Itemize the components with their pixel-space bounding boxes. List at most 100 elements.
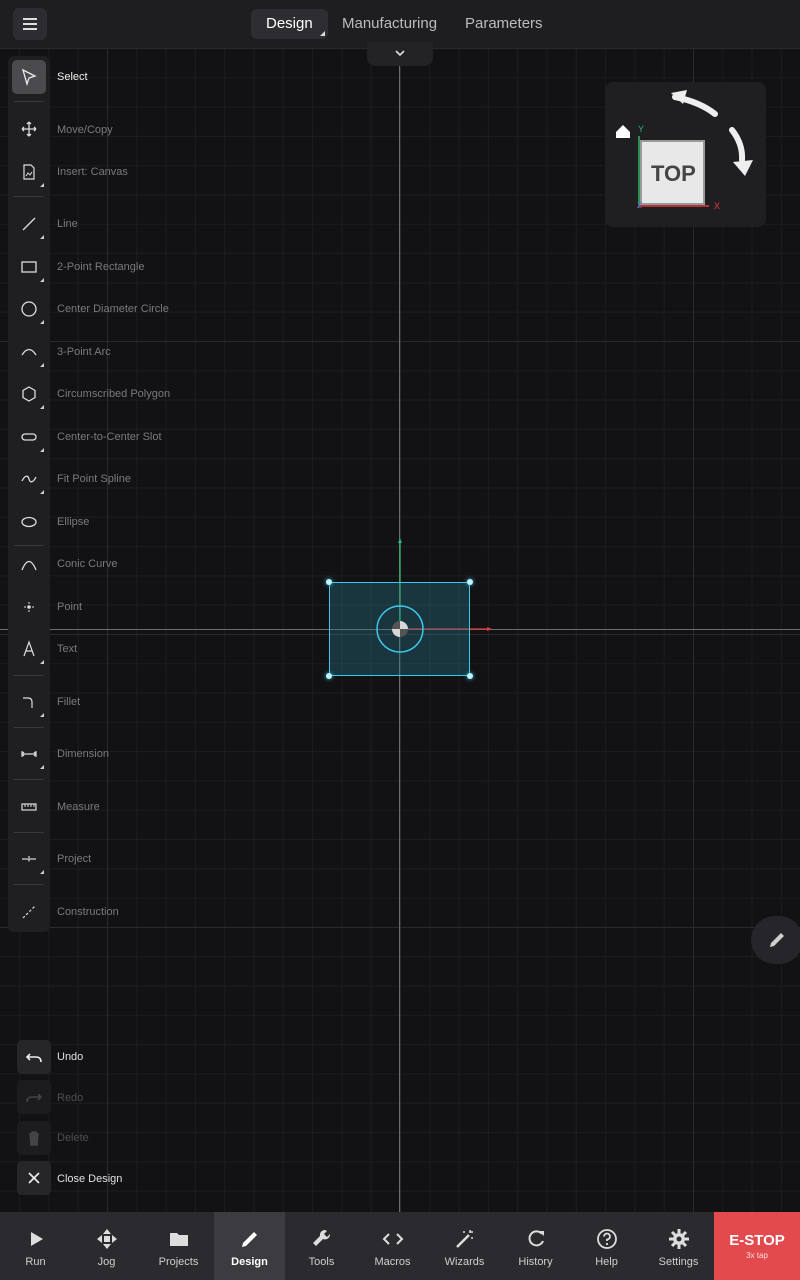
tab-design[interactable]: Design (251, 9, 328, 39)
tool-project[interactable] (12, 842, 46, 876)
home-icon (616, 125, 630, 138)
nav-label: History (518, 1256, 553, 1268)
undo-icon (25, 1053, 42, 1063)
tool-circle[interactable] (12, 292, 46, 326)
tool-label: Text (57, 643, 78, 655)
nav-design[interactable]: Design (214, 1212, 285, 1280)
tool-point[interactable] (12, 590, 46, 624)
circle-icon (21, 301, 37, 317)
rectangle-corner-handle[interactable] (326, 673, 332, 679)
sketch-circle[interactable] (374, 604, 426, 656)
cursor-icon (21, 68, 37, 86)
tool-rectangle[interactable] (12, 250, 46, 284)
chevron-down-icon[interactable] (367, 42, 433, 66)
magic-wand-icon (455, 1230, 473, 1248)
tool-line[interactable] (12, 207, 46, 241)
gear-icon (668, 1229, 689, 1249)
close-design-button[interactable] (17, 1161, 51, 1195)
construction-icon (22, 905, 36, 919)
nav-history[interactable]: History (500, 1212, 571, 1280)
tool-label: Project (57, 853, 92, 865)
tool-label: Line (57, 218, 78, 230)
tool-select[interactable] (12, 60, 46, 94)
nav-help[interactable]: Help (571, 1212, 642, 1280)
image-file-icon (23, 164, 35, 180)
nav-wizards[interactable]: Wizards (429, 1212, 500, 1280)
tool-label: 2-Point Rectangle (57, 261, 145, 273)
nav-run[interactable]: Run (0, 1212, 71, 1280)
text-icon (23, 640, 35, 657)
estop-sublabel: 3x tap (746, 1251, 768, 1260)
tool-label: 3-Point Arc (57, 346, 111, 358)
divider (14, 727, 44, 728)
tool-label: Select (57, 71, 88, 83)
tool-measure[interactable] (12, 790, 46, 824)
tool-text[interactable] (12, 632, 46, 666)
nav-projects[interactable]: Projects (143, 1212, 214, 1280)
project-icon (22, 856, 36, 862)
wrench-icon (312, 1229, 330, 1246)
rectangle-corner-handle[interactable] (467, 579, 473, 585)
close-design-label: Close Design (57, 1173, 123, 1185)
hexagon-icon (22, 386, 36, 402)
tool-label: Move/Copy (57, 124, 113, 136)
view-cube-face-label[interactable]: TOP (651, 161, 696, 187)
tool-insert-canvas[interactable] (12, 155, 46, 189)
undo-button[interactable] (17, 1040, 51, 1074)
tool-spline[interactable] (12, 462, 46, 496)
tool-dimension[interactable] (12, 737, 46, 771)
nav-label: Tools (308, 1256, 335, 1268)
tool-label: Insert: Canvas (57, 166, 128, 178)
divider (14, 675, 44, 676)
line-icon (22, 217, 36, 231)
divider (14, 101, 44, 102)
tool-label: Dimension (57, 748, 109, 760)
rectangle-corner-handle[interactable] (326, 579, 332, 585)
point-icon (24, 602, 34, 612)
tab-parameters[interactable]: Parameters (450, 9, 558, 39)
estop-button[interactable]: E-STOP 3x tap (714, 1212, 800, 1280)
view-cube[interactable]: TOP Y X Z (605, 82, 766, 227)
nav-label: Help (595, 1256, 618, 1268)
tool-conic-curve[interactable] (12, 547, 46, 581)
jog-arrows-icon (96, 1229, 117, 1249)
divider (14, 884, 44, 885)
tab-manufacturing[interactable]: Manufacturing (327, 9, 452, 39)
nav-jog[interactable]: Jog (71, 1212, 142, 1280)
tool-ellipse[interactable] (12, 505, 46, 539)
fillet-icon (23, 697, 33, 708)
tool-polygon[interactable] (12, 377, 46, 411)
move-icon (21, 121, 37, 137)
code-icon (382, 1233, 403, 1245)
tool-fillet[interactable] (12, 685, 46, 719)
estop-label: E-STOP (729, 1232, 785, 1249)
tool-construction[interactable] (12, 895, 46, 929)
tool-arc[interactable] (12, 335, 46, 369)
delete-button[interactable] (17, 1121, 51, 1155)
pencil-icon (770, 933, 784, 947)
rectangle-corner-handle[interactable] (467, 673, 473, 679)
redo-button[interactable] (17, 1080, 51, 1114)
z-axis-label: Z (637, 201, 642, 210)
nav-macros[interactable]: Macros (357, 1212, 428, 1280)
tool-label: Construction (57, 906, 119, 918)
tool-label: Measure (57, 801, 100, 813)
redo-icon (26, 1093, 43, 1103)
nav-settings[interactable]: Settings (643, 1212, 714, 1280)
nav-tools[interactable]: Tools (286, 1212, 357, 1280)
spline-icon (21, 475, 37, 483)
hamburger-menu-icon[interactable] (13, 8, 47, 40)
edit-pencil-button[interactable] (751, 916, 800, 964)
origin-icon (392, 621, 408, 637)
arc-icon (21, 348, 37, 356)
tool-move-copy[interactable] (12, 112, 46, 146)
close-icon (28, 1172, 40, 1184)
redo-label: Redo (57, 1092, 84, 1104)
slot-icon (21, 433, 37, 441)
rectangle-icon (21, 261, 37, 273)
tool-slot[interactable] (12, 420, 46, 454)
pencil-icon (241, 1232, 257, 1247)
tool-label: Conic Curve (57, 558, 118, 570)
play-icon (30, 1232, 43, 1246)
folder-icon (169, 1233, 188, 1246)
